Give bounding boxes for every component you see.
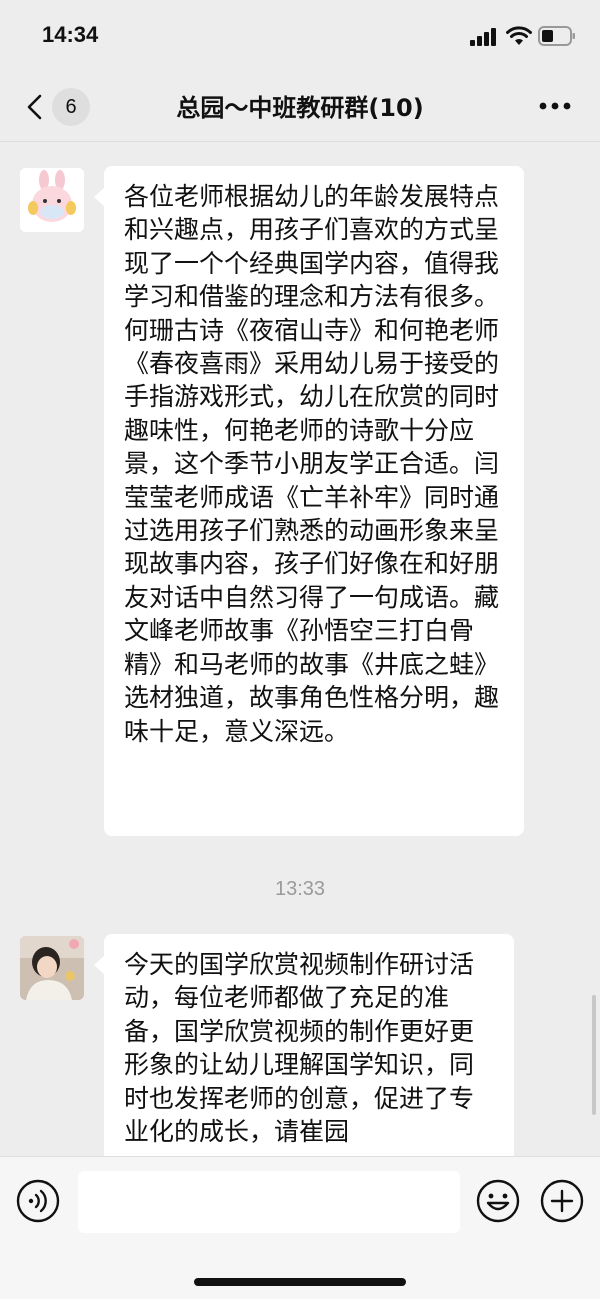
input-bar <box>0 1156 600 1299</box>
more-dots-icon[interactable] <box>538 96 572 116</box>
status-time: 14:34 <box>42 22 99 47</box>
signal-icon <box>470 28 496 46</box>
voice-icon[interactable] <box>16 1179 60 1223</box>
scrollbar[interactable] <box>592 995 596 1115</box>
sender-avatar[interactable] <box>20 168 84 232</box>
message-bubble[interactable]: 今天的国学欣赏视频制作研讨活动，每位老师都做了充足的准备，国学欣赏视频的制作更好… <box>94 934 514 1194</box>
battery-icon <box>538 26 575 46</box>
chat-header: 6 总园～中班教研群(10) <box>0 72 600 142</box>
message-bubble[interactable]: 各位老师根据幼儿的年龄发展特点和兴趣点，用孩子们喜欢的方式呈现了一个个经典国学内… <box>94 166 524 836</box>
back-button[interactable]: 6 <box>22 86 102 126</box>
message-text: 今天的国学欣赏视频制作研讨活动，每位老师都做了充足的准备，国学欣赏视频的制作更好… <box>124 950 475 1147</box>
message-timestamp: 13:33 <box>274 878 326 900</box>
sender-avatar[interactable] <box>20 936 84 1000</box>
bunny-avatar-icon <box>20 168 84 232</box>
plus-icon[interactable] <box>540 1179 584 1223</box>
unread-count-badge: 6 <box>52 88 90 126</box>
emoji-icon[interactable] <box>476 1179 520 1223</box>
chat-title: 总园～中班教研群(10) <box>176 94 424 122</box>
status-bar: 14:34 <box>0 0 600 72</box>
chevron-left-icon <box>27 94 42 120</box>
message-input[interactable] <box>78 1171 460 1233</box>
wifi-icon <box>506 26 532 45</box>
home-indicator <box>194 1278 406 1286</box>
photo-avatar-icon <box>20 936 84 1000</box>
message-text: 各位老师根据幼儿的年龄发展特点和兴趣点，用孩子们喜欢的方式呈现了一个个经典国学内… <box>124 182 500 746</box>
